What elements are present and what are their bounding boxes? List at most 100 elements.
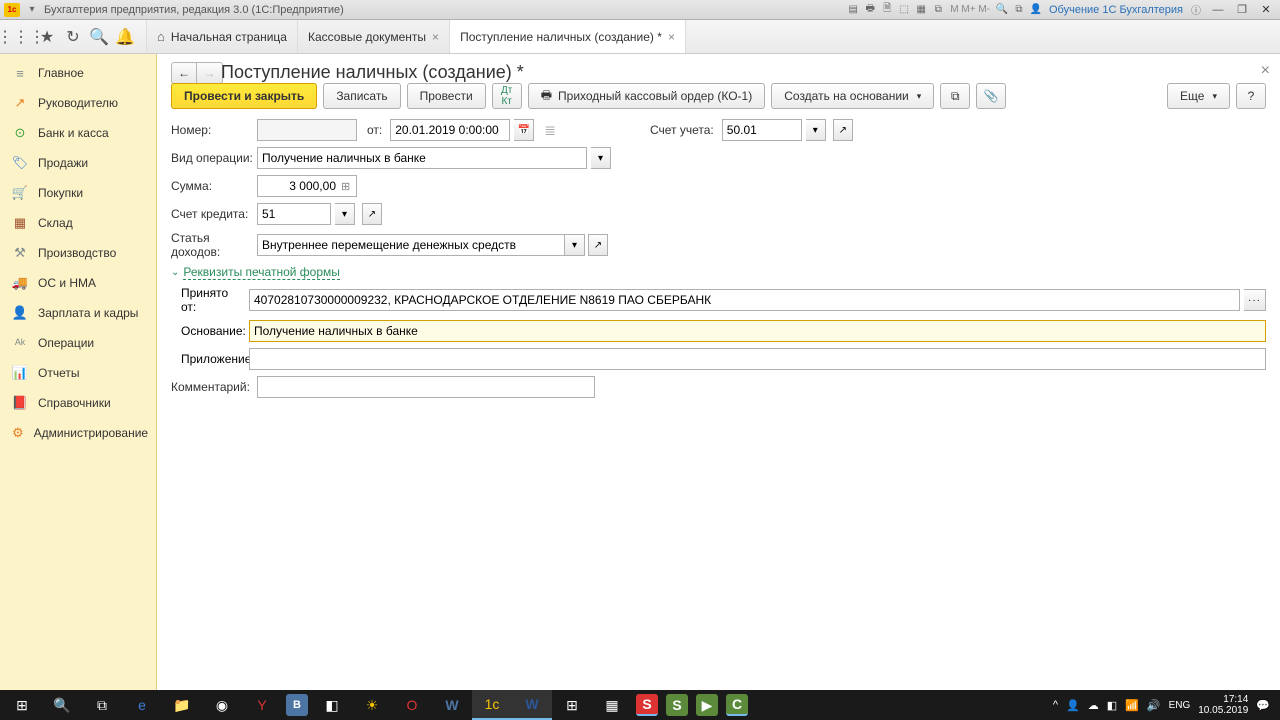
- account-dropdown[interactable]: ▾: [806, 119, 826, 141]
- calendar-icon[interactable]: ⧉: [930, 2, 946, 18]
- nav-back-button[interactable]: ←: [171, 62, 197, 84]
- save-button[interactable]: Записать: [323, 83, 400, 109]
- tab-cash-receipt[interactable]: Поступление наличных (создание) * ×: [450, 20, 686, 53]
- chrome-icon[interactable]: ◉: [202, 690, 242, 720]
- sidebar-item-warehouse[interactable]: ▦Склад: [0, 208, 156, 238]
- tab-home[interactable]: ⌂ Начальная страница: [147, 20, 298, 53]
- structure-button[interactable]: ⧉: [940, 83, 970, 109]
- 1c-app-icon[interactable]: 1с: [472, 690, 512, 720]
- maximize-button[interactable]: ❐: [1232, 2, 1252, 18]
- sidebar-item-production[interactable]: ⚒Производство: [0, 238, 156, 268]
- sidebar-item-manager[interactable]: ↗Руководителю: [0, 88, 156, 118]
- tool-icon-3[interactable]: 🗎: [879, 2, 895, 18]
- opera-icon[interactable]: O: [392, 690, 432, 720]
- tray-cloud-icon[interactable]: ☁: [1088, 699, 1099, 712]
- sun-icon[interactable]: ☀: [352, 690, 392, 720]
- word-icon[interactable]: W: [512, 690, 552, 720]
- sidebar-item-purchases[interactable]: 🛒Покупки: [0, 178, 156, 208]
- tray-sound-icon[interactable]: 🔊: [1147, 699, 1161, 712]
- tool-icon-8[interactable]: ⧉: [1011, 2, 1027, 18]
- tool-icon-4[interactable]: ⬚: [896, 2, 912, 18]
- submit-and-close-button[interactable]: Провести и закрыть: [171, 83, 317, 109]
- credit-acc-dropdown[interactable]: ▾: [335, 203, 355, 225]
- tab-close-icon[interactable]: ×: [668, 30, 675, 44]
- help-button[interactable]: ?: [1236, 83, 1266, 109]
- sidebar-item-reports[interactable]: 📊Отчеты: [0, 358, 156, 388]
- amount-input[interactable]: [257, 175, 357, 197]
- sidebar-item-bank[interactable]: ⊙Банк и касса: [0, 118, 156, 148]
- sidebar-item-assets[interactable]: 🚚ОС и НМА: [0, 268, 156, 298]
- income-item-dropdown[interactable]: ▾: [565, 234, 585, 256]
- task-view-button[interactable]: ⧉: [82, 690, 122, 720]
- history-icon[interactable]: ↻: [60, 24, 86, 50]
- number-input[interactable]: [257, 119, 357, 141]
- tray-clock[interactable]: 17:14 10.05.2019: [1198, 694, 1248, 716]
- op-type-dropdown[interactable]: ▾: [591, 147, 611, 169]
- yandex-icon[interactable]: Y: [242, 690, 282, 720]
- tab-close-icon[interactable]: ×: [432, 30, 439, 44]
- tray-lang[interactable]: ENG: [1169, 700, 1191, 711]
- attachment-input[interactable]: [249, 348, 1266, 370]
- start-button[interactable]: ⊞: [2, 690, 42, 720]
- dropdown-icon[interactable]: ▾: [24, 2, 40, 18]
- account-input[interactable]: [722, 119, 802, 141]
- info-icon[interactable]: ⓘ: [1188, 2, 1204, 18]
- op-type-input[interactable]: [257, 147, 587, 169]
- search-button[interactable]: 🔍: [42, 690, 82, 720]
- basis-input[interactable]: [249, 320, 1266, 342]
- app-icon-1[interactable]: ◧: [312, 690, 352, 720]
- star-icon[interactable]: ★: [34, 24, 60, 50]
- explorer-icon[interactable]: 📁: [162, 690, 202, 720]
- tray-up-icon[interactable]: ^: [1053, 699, 1058, 711]
- user-name[interactable]: Обучение 1С Бухгалтерия: [1045, 4, 1187, 16]
- vk-app-icon[interactable]: W: [432, 690, 472, 720]
- minimize-button[interactable]: —: [1208, 2, 1228, 18]
- edge-icon[interactable]: e: [122, 690, 162, 720]
- received-from-ellipsis[interactable]: ···: [1244, 289, 1266, 311]
- tray-app-icon[interactable]: ◧: [1107, 699, 1117, 712]
- account-open-button[interactable]: ↗: [833, 119, 853, 141]
- submit-button[interactable]: Провести: [407, 83, 486, 109]
- income-item-open[interactable]: ↗: [588, 234, 608, 256]
- print-order-button[interactable]: 🖶Приходный кассовый ордер (КО-1): [528, 83, 766, 109]
- close-button[interactable]: ✕: [1256, 2, 1276, 18]
- calendar-button[interactable]: 📅: [514, 119, 534, 141]
- tray-notifications-icon[interactable]: 💬: [1256, 699, 1270, 712]
- sidebar-item-main[interactable]: ≡Главное: [0, 58, 156, 88]
- sidebar-item-salary[interactable]: 👤Зарплата и кадры: [0, 298, 156, 328]
- sidebar-item-catalogs[interactable]: 📕Справочники: [0, 388, 156, 418]
- search-icon[interactable]: 🔍: [86, 24, 112, 50]
- dt-kt-button[interactable]: ДтКт: [492, 83, 522, 109]
- calc-icon[interactable]: ⊞: [552, 690, 592, 720]
- tray-wifi-icon[interactable]: 📶: [1125, 699, 1139, 712]
- list-icon[interactable]: ≣: [544, 122, 556, 139]
- sidebar-item-sales[interactable]: 🏷Продажи: [0, 148, 156, 178]
- app-icon-2[interactable]: ▦: [592, 690, 632, 720]
- nav-forward-button[interactable]: →: [197, 62, 223, 84]
- tool-icon-5[interactable]: ▦: [913, 2, 929, 18]
- print-details-section[interactable]: ⌄ Реквизиты печатной формы: [171, 265, 1266, 280]
- sidebar-item-operations[interactable]: ᴬᵏОперации: [0, 328, 156, 358]
- app-icon-g1[interactable]: ▶: [696, 694, 718, 716]
- app-icon-g2[interactable]: C: [726, 694, 748, 716]
- tray-people-icon[interactable]: 👤: [1066, 699, 1080, 712]
- tool-icon-1[interactable]: ▤: [845, 2, 861, 18]
- apps-icon[interactable]: ⋮⋮⋮: [8, 24, 34, 50]
- print-icon[interactable]: 🖶: [862, 2, 878, 18]
- tab-cash-docs[interactable]: Кассовые документы ×: [298, 20, 450, 53]
- more-button[interactable]: Еще: [1167, 83, 1230, 109]
- attach-button[interactable]: 📎: [976, 83, 1006, 109]
- m-labels[interactable]: M M+ M-: [947, 4, 993, 15]
- date-input[interactable]: [390, 119, 510, 141]
- page-close-icon[interactable]: ×: [1261, 62, 1270, 80]
- comment-input[interactable]: [257, 376, 595, 398]
- tool-icon-7[interactable]: 🔍: [994, 2, 1010, 18]
- income-item-input[interactable]: [257, 234, 565, 256]
- received-from-input[interactable]: [249, 289, 1240, 311]
- bell-icon[interactable]: 🔔: [112, 24, 138, 50]
- credit-acc-input[interactable]: [257, 203, 331, 225]
- app-icon-s2[interactable]: S: [666, 694, 688, 716]
- vk-icon[interactable]: В: [286, 694, 308, 716]
- app-icon-s1[interactable]: S: [636, 694, 658, 716]
- sidebar-item-admin[interactable]: ⚙Администрирование: [0, 418, 156, 448]
